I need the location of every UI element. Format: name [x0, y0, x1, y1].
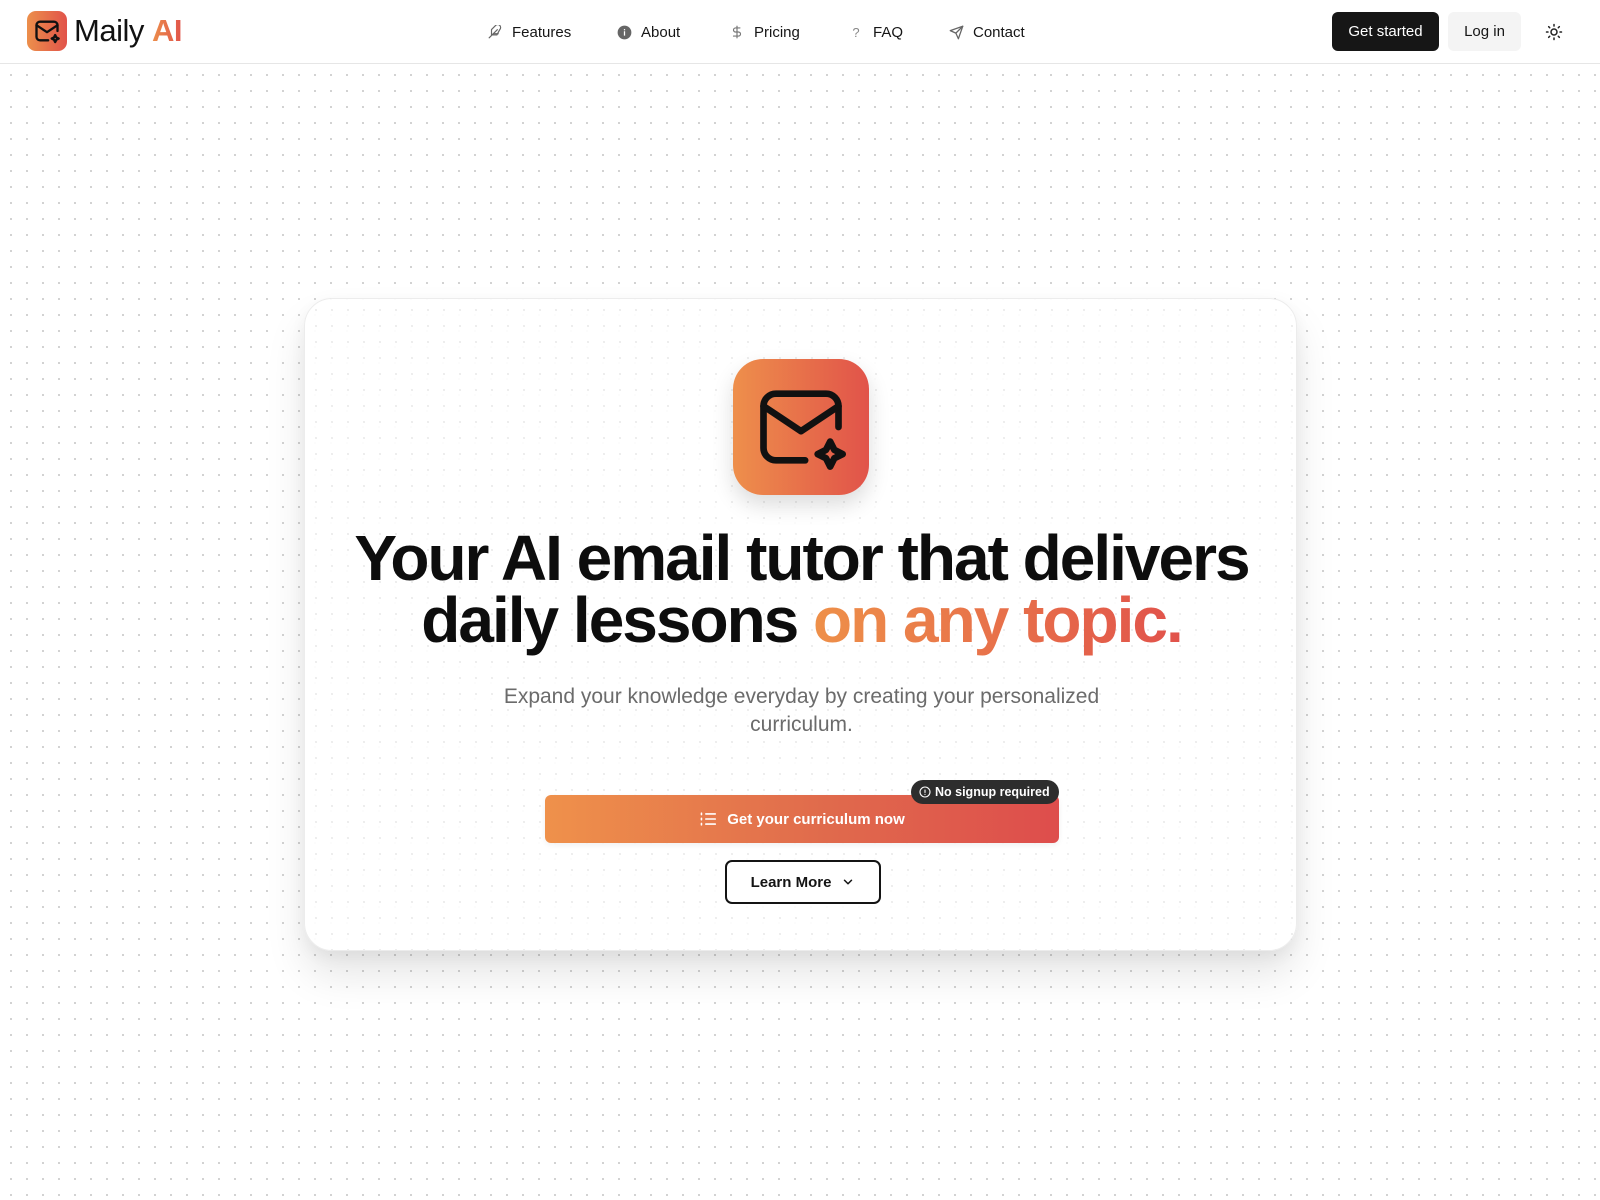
nav-item-label: FAQ	[873, 23, 904, 41]
theme-toggle[interactable]	[1540, 18, 1568, 46]
headline-line-2: daily lessons	[421, 584, 799, 656]
nav-item-contact[interactable]: Contact	[948, 20, 1025, 44]
get-started-button[interactable]: Get started	[1332, 12, 1439, 51]
hero-card: Your AI email tutor that delivers daily …	[304, 298, 1297, 951]
learn-more-button[interactable]: Learn More	[725, 860, 881, 904]
list-icon	[699, 811, 717, 827]
mail-sparkle-icon	[733, 359, 869, 495]
no-signup-badge: No signup required	[911, 780, 1059, 804]
cta-container: Get your curriculum now No signup requir…	[545, 780, 1059, 843]
brand-name: Maily AI	[74, 13, 183, 48]
nav-item-features[interactable]: Features	[487, 20, 571, 44]
logo[interactable]: Maily AI	[27, 11, 182, 51]
nav-item-faq[interactable]: ? FAQ	[848, 20, 903, 44]
site-header: Maily AI Features About Pricing ? FAQ Co…	[0, 0, 1600, 64]
feather-icon	[487, 24, 503, 40]
nav-item-pricing[interactable]: Pricing	[729, 20, 800, 44]
sun-icon	[1545, 23, 1563, 41]
nav-item-about[interactable]: About	[616, 20, 680, 44]
headline-accent: on any topic.	[813, 584, 1184, 656]
brand-name-accent: AI	[151, 13, 183, 48]
nav-item-label: Pricing	[754, 23, 800, 41]
hero-headline: Your AI email tutor that delivers daily …	[305, 526, 1298, 652]
nav-item-label: Contact	[973, 23, 1025, 41]
chevron-down-icon	[841, 875, 855, 889]
info-circle-icon	[919, 786, 931, 798]
hero-subtitle: Expand your knowledge everyday by creati…	[503, 685, 1100, 736]
dollar-icon	[729, 24, 745, 40]
question-icon: ?	[852, 24, 860, 40]
nav-item-label: Features	[512, 23, 572, 41]
info-circle-icon	[616, 24, 632, 40]
login-button[interactable]: Log in	[1448, 12, 1521, 51]
badge-label: No signup required	[935, 785, 1050, 799]
nav-item-label: About	[641, 23, 681, 41]
send-icon	[948, 24, 964, 40]
mail-sparkle-icon	[27, 11, 67, 51]
cta-label: Get your curriculum now	[727, 810, 905, 828]
learn-more-label: Learn More	[750, 873, 832, 891]
